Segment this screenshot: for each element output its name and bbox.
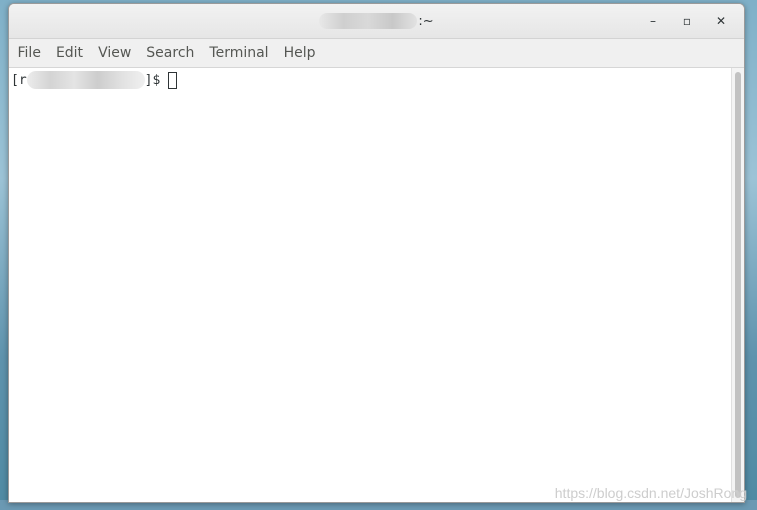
menu-file[interactable]: File [10,39,48,67]
prompt-close: ]$ [144,72,169,88]
prompt-redacted [26,71,145,89]
prompt-line: [r ]$ [11,71,178,89]
minimize-icon: – [650,14,656,28]
window-title: :~ [9,4,744,38]
menu-edit[interactable]: Edit [48,39,90,67]
menu-search[interactable]: Search [139,39,202,67]
scrollbar-thumb[interactable] [735,72,741,498]
scrollbar[interactable] [731,68,744,502]
watermark: https://blog.csdn.net/JoshRong [554,485,747,501]
terminal-area[interactable]: [r ]$ [9,68,732,502]
close-icon: ✕ [715,14,727,28]
terminal-window[interactable]: :~ – ▫ ✕ File Edit View Search Terminal … [8,3,745,503]
prompt-open: [r [11,72,27,88]
window-controls: – ▫ ✕ [636,4,738,38]
window-title-suffix: :~ [418,13,434,29]
menu-help[interactable]: Help [276,39,323,67]
title-redacted [319,13,418,29]
close-button[interactable]: ✕ [704,9,738,33]
title-bar[interactable]: :~ – ▫ ✕ [9,4,744,39]
text-cursor [168,71,178,89]
menu-bar: File Edit View Search Terminal Help [9,39,744,68]
menu-view[interactable]: View [91,39,139,67]
maximize-icon: ▫ [682,14,692,28]
maximize-button[interactable]: ▫ [670,9,704,33]
menu-terminal[interactable]: Terminal [202,39,276,67]
minimize-button[interactable]: – [636,9,670,33]
